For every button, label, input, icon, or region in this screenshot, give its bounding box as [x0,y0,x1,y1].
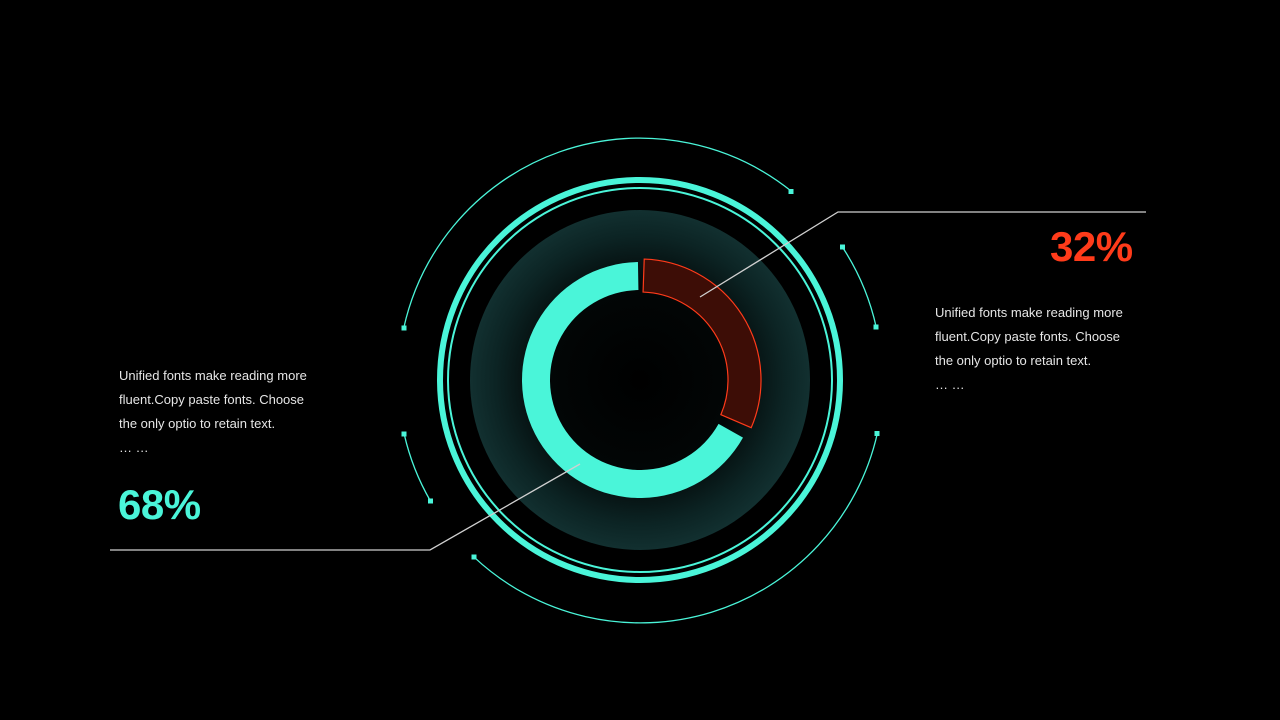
arc-dot [840,244,845,250]
arc-dot [788,189,794,194]
left-desc-line: Unified fonts make reading more [119,368,307,383]
infographic-stage: Unified fonts make reading more fluent.C… [0,0,1280,720]
arc-dot [471,554,477,560]
right-percent-label: 32% [1050,223,1133,270]
arc-dot [401,431,407,437]
right-description: Unified fonts make reading more fluent.C… [935,301,1140,397]
left-desc-line: the only optio to retain text. [119,416,276,431]
right-desc-ellipsis: … … [935,377,965,392]
left-description: Unified fonts make reading more fluent.C… [119,364,324,460]
arc-dot [874,431,880,436]
arc-dot [873,324,879,330]
left-desc-ellipsis: … … [119,440,149,455]
left-desc-line: fluent.Copy paste fonts. Choose [119,392,305,407]
deco-arc-right [841,246,877,328]
right-desc-line: Unified fonts make reading more [935,305,1123,320]
right-desc-line: fluent.Copy paste fonts. Choose [935,329,1121,344]
right-desc-line: the only optio to retain text. [935,353,1092,368]
deco-arc-left [403,434,431,502]
arc-dot [401,325,407,331]
arc-dot [428,498,433,504]
left-percent-label: 68% [118,481,201,528]
